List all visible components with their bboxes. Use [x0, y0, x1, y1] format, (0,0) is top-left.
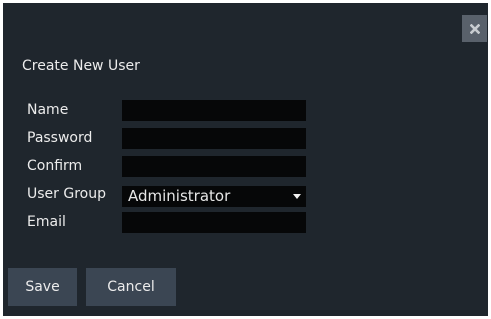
save-button[interactable]: Save — [8, 268, 77, 306]
cancel-button-label: Cancel — [107, 279, 155, 295]
close-button[interactable] — [462, 15, 487, 42]
user-group-select[interactable]: Administrator — [122, 186, 306, 207]
confirm-password-field[interactable] — [122, 156, 306, 177]
chevron-down-icon — [293, 194, 301, 199]
confirm-label: Confirm — [27, 158, 83, 174]
email-label: Email — [27, 214, 66, 230]
save-button-label: Save — [25, 279, 60, 295]
dialog-title: Create New User — [22, 58, 140, 74]
create-user-dialog: Create New User Name Password Confirm Us… — [3, 3, 488, 316]
name-label: Name — [27, 102, 69, 118]
password-field[interactable] — [122, 128, 306, 149]
name-field[interactable] — [122, 100, 306, 121]
user-group-label: User Group — [27, 186, 106, 202]
email-field[interactable] — [122, 212, 306, 233]
password-label: Password — [27, 130, 93, 146]
user-group-selected-value: Administrator — [128, 187, 231, 205]
cancel-button[interactable]: Cancel — [86, 268, 176, 306]
close-icon — [469, 23, 480, 34]
